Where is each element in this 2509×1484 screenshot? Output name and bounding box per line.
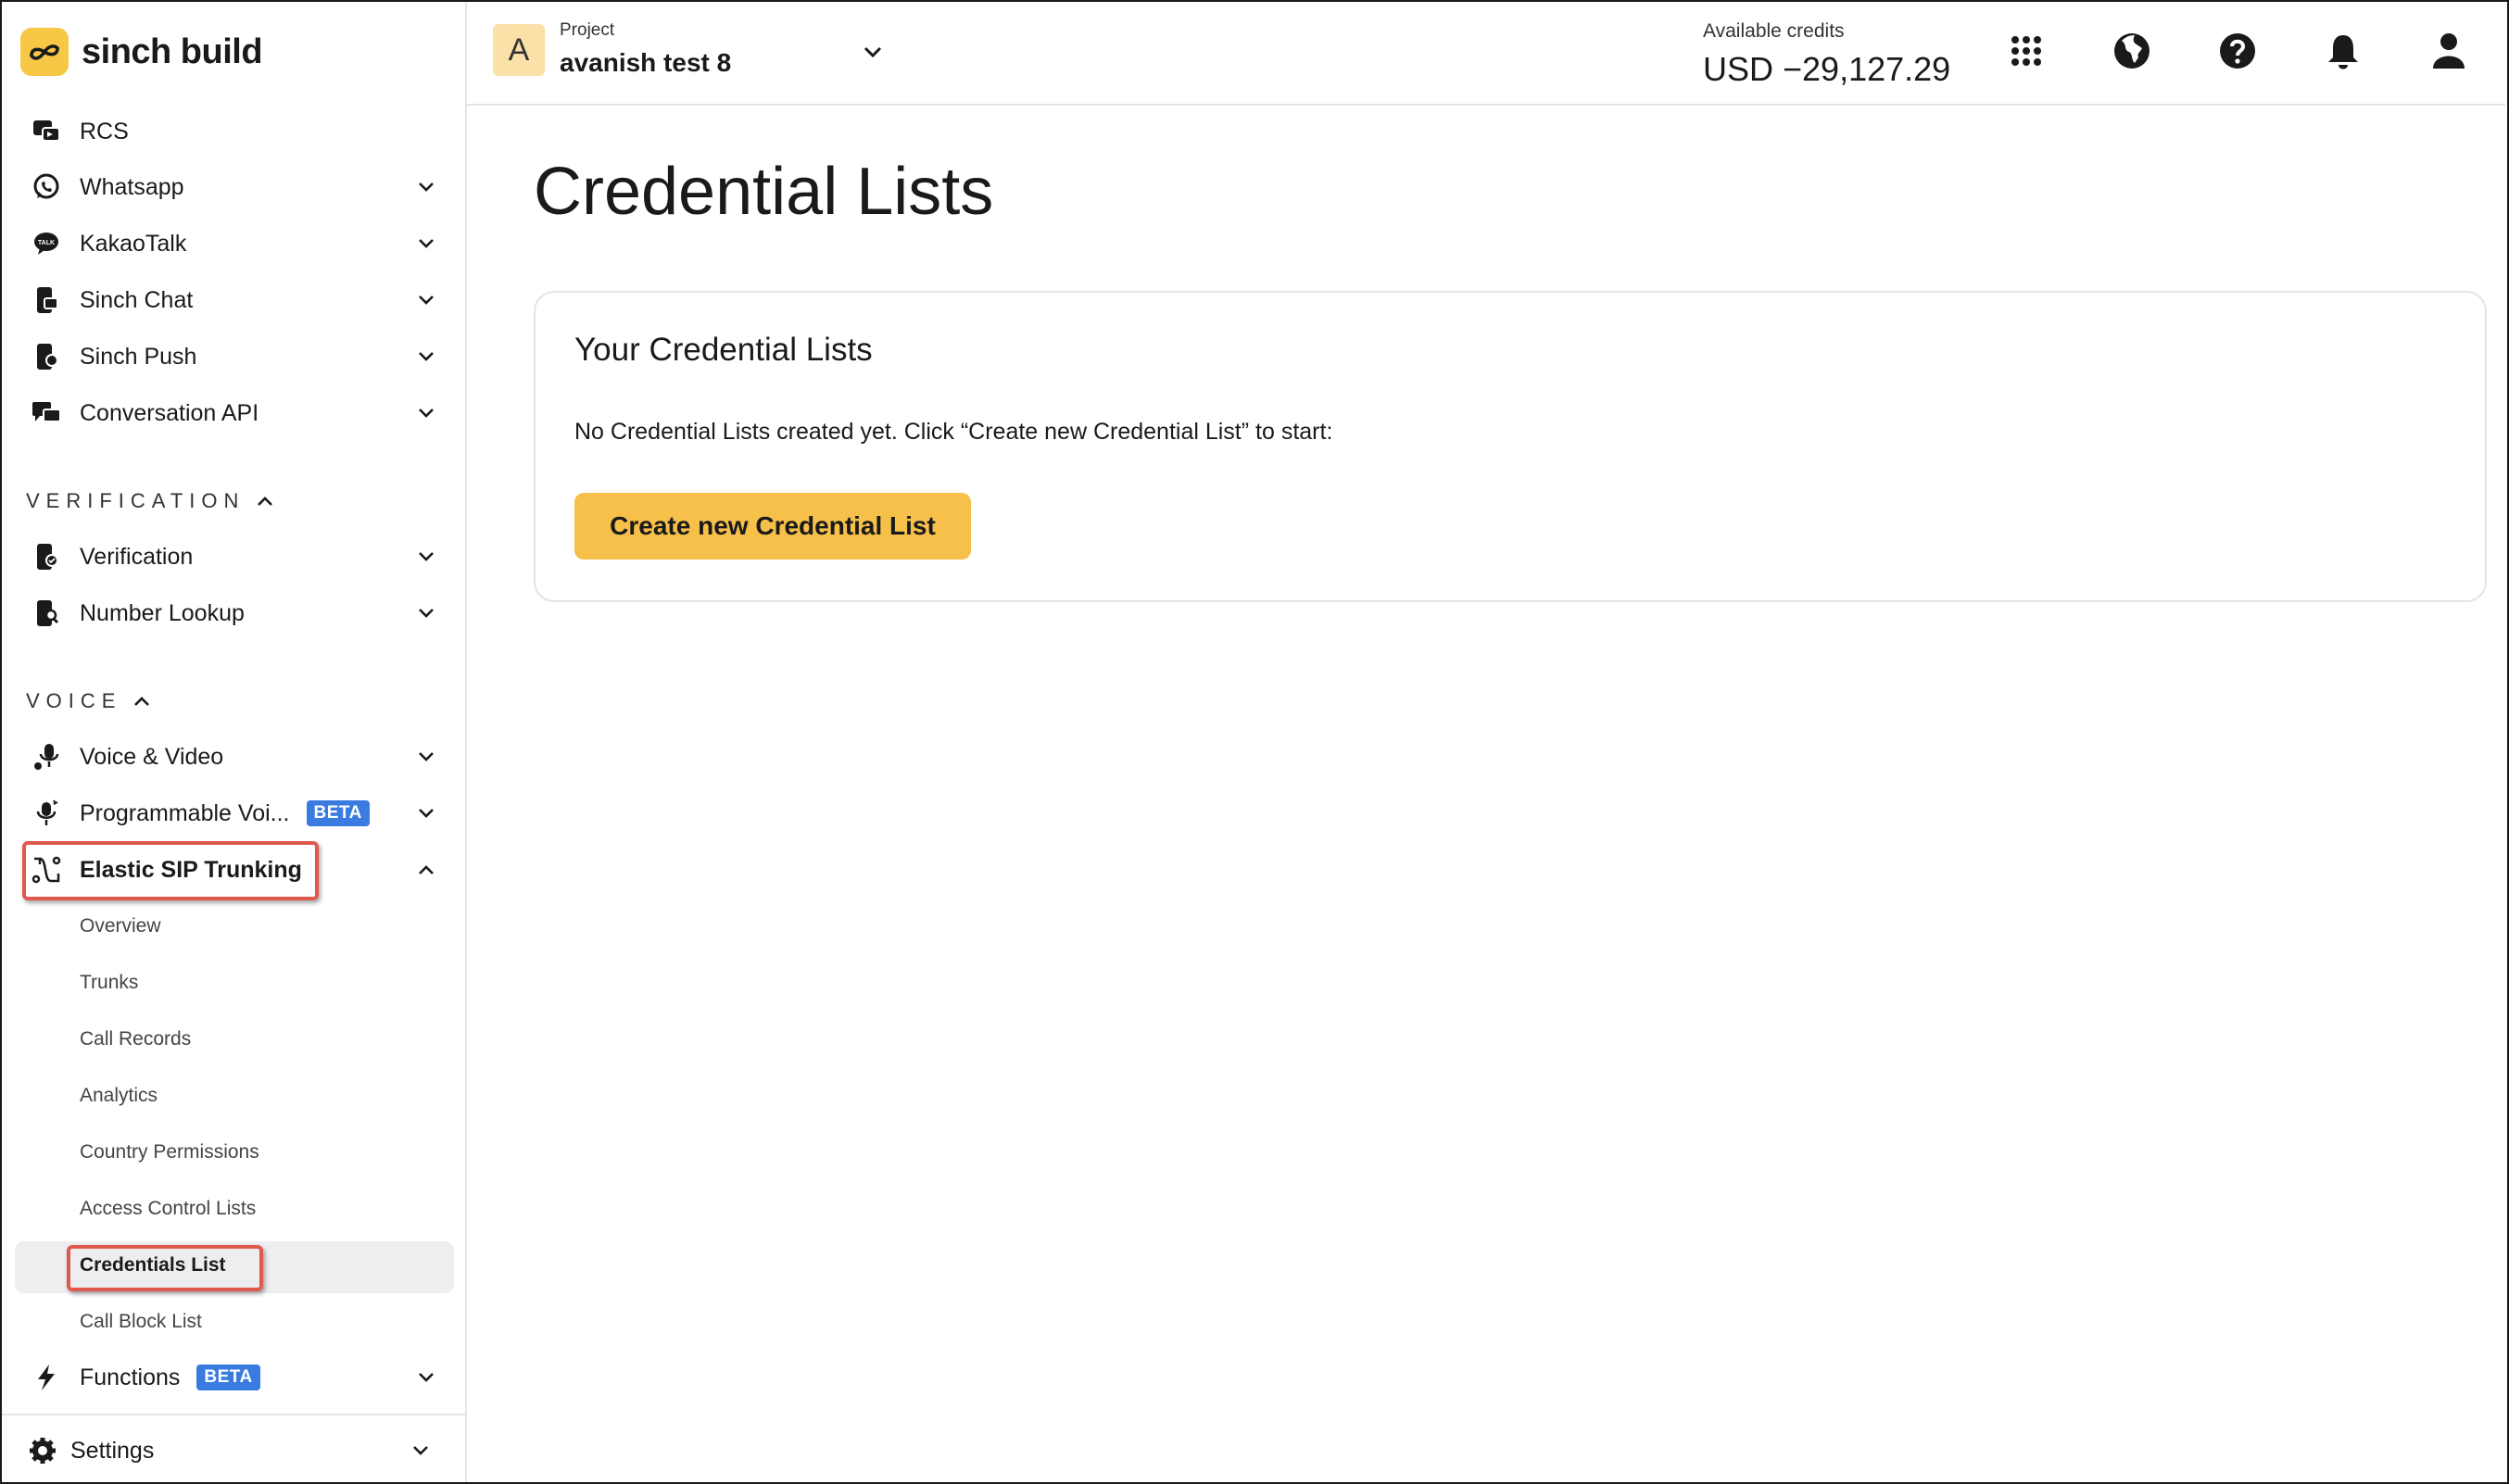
apps-grid-icon[interactable] <box>2003 28 2049 74</box>
project-label: Project <box>560 20 615 40</box>
sidebar-item-conversation-api[interactable]: Conversation API <box>28 391 440 435</box>
chevron-up-icon[interactable] <box>412 856 440 884</box>
whatsapp-icon <box>28 169 65 206</box>
page-title: Credential Lists <box>534 155 994 229</box>
globe-icon[interactable] <box>2109 28 2155 74</box>
sidebar-item-whatsapp[interactable]: Whatsapp <box>28 165 440 209</box>
sip-subitem-trunks[interactable]: Trunks <box>80 972 138 994</box>
gear-icon <box>24 1432 61 1469</box>
sip-subitem-access-control-lists[interactable]: Access Control Lists <box>80 1198 256 1220</box>
rcs-icon <box>28 113 65 150</box>
credits-value: USD −29,127.29 <box>1703 50 1951 88</box>
chevron-down-icon[interactable] <box>407 1437 435 1465</box>
microphone-icon <box>28 738 65 775</box>
lightning-icon <box>28 1359 65 1396</box>
beta-badge: BETA <box>196 1365 260 1390</box>
empty-state-text: No Credential Lists created yet. Click “… <box>574 419 1333 445</box>
chevron-down-icon[interactable] <box>412 230 440 258</box>
sidebar-item-label: Conversation API <box>80 399 259 426</box>
chevron-down-icon[interactable] <box>412 599 440 627</box>
chevron-down-icon[interactable] <box>412 173 440 201</box>
sidebar-item-label: RCS <box>80 118 129 145</box>
sidebar-item-functions[interactable]: Functions BETA <box>28 1355 440 1400</box>
project-name[interactable]: avanish test 8 <box>560 48 731 78</box>
sidebar-item-kakaotalk[interactable]: TALK KakaoTalk <box>28 221 440 266</box>
chevron-down-icon[interactable] <box>412 286 440 314</box>
highlight-box <box>22 841 319 900</box>
section-label: VERIFICATION <box>26 489 246 512</box>
section-verification[interactable]: VERIFICATION <box>26 489 280 513</box>
sidebar-item-settings[interactable]: Settings <box>24 1428 435 1473</box>
section-voice[interactable]: VOICE <box>26 689 157 713</box>
chevron-down-icon[interactable] <box>412 343 440 371</box>
chevron-up-icon[interactable] <box>256 489 280 513</box>
sinch-push-icon <box>28 338 65 375</box>
verification-icon <box>28 538 65 575</box>
bell-icon[interactable] <box>2320 28 2366 74</box>
section-label: VOICE <box>26 689 122 712</box>
sinch-logo-icon <box>20 28 69 76</box>
highlight-box <box>67 1245 263 1291</box>
chevron-down-icon[interactable] <box>412 799 440 827</box>
credential-lists-card: Your Credential Lists No Credential List… <box>534 291 2487 602</box>
sidebar-item-label: KakaoTalk <box>80 230 187 257</box>
credits-label: Available credits <box>1703 20 1845 42</box>
sidebar-item-label: Sinch Chat <box>80 286 194 313</box>
sidebar-item-programmable-voice[interactable]: Programmable Voi... BETA <box>28 791 440 836</box>
sip-subitem-call-records[interactable]: Call Records <box>80 1028 191 1050</box>
conversation-api-icon <box>28 395 65 432</box>
brand-logo[interactable]: sinch build <box>20 26 263 78</box>
sip-subitem-analytics[interactable]: Analytics <box>80 1085 158 1107</box>
chevron-down-icon[interactable] <box>412 399 440 427</box>
programmable-voice-icon <box>28 795 65 832</box>
user-avatar-icon[interactable] <box>2426 28 2472 74</box>
sidebar-divider <box>2 1414 465 1415</box>
beta-badge: BETA <box>306 800 370 826</box>
project-chevron-down-icon[interactable] <box>856 35 889 69</box>
sidebar-item-number-lookup[interactable]: Number Lookup <box>28 591 440 635</box>
sip-subitem-country-permissions[interactable]: Country Permissions <box>80 1141 259 1163</box>
sidebar-item-label: Voice & Video <box>80 743 224 770</box>
sidebar-item-label: Whatsapp <box>80 173 184 200</box>
sidebar-item-verification[interactable]: Verification <box>28 534 440 579</box>
sip-subitem-overview[interactable]: Overview <box>80 915 161 937</box>
chevron-down-icon[interactable] <box>412 1364 440 1391</box>
sidebar: sinch build RCS Whatsapp TALK KakaoTalk … <box>2 2 467 1482</box>
card-title: Your Credential Lists <box>574 332 873 368</box>
chevron-down-icon[interactable] <box>412 543 440 571</box>
sip-subitem-call-block-list[interactable]: Call Block List <box>80 1311 202 1333</box>
sidebar-item-rcs[interactable]: RCS <box>28 109 440 154</box>
project-avatar: A <box>493 24 545 76</box>
help-icon[interactable] <box>2214 28 2261 74</box>
svg-text:TALK: TALK <box>38 240 55 246</box>
sidebar-item-voice-video[interactable]: Voice & Video <box>28 735 440 779</box>
sinch-chat-icon <box>28 282 65 319</box>
brand-name: sinch build <box>82 31 263 71</box>
kakaotalk-icon: TALK <box>28 225 65 262</box>
chevron-down-icon[interactable] <box>412 743 440 771</box>
sidebar-item-sinch-chat[interactable]: Sinch Chat <box>28 278 440 322</box>
sidebar-item-label: Verification <box>80 543 194 570</box>
sidebar-item-label: Functions <box>80 1364 181 1390</box>
number-lookup-icon <box>28 595 65 632</box>
top-header: A Project avanish test 8 Available credi… <box>467 2 2505 106</box>
sidebar-item-label: Number Lookup <box>80 599 245 626</box>
sidebar-item-label: Programmable Voi... <box>80 799 290 826</box>
create-credential-list-button[interactable]: Create new Credential List <box>574 493 971 560</box>
sidebar-item-sinch-push[interactable]: Sinch Push <box>28 334 440 379</box>
sidebar-item-label: Sinch Push <box>80 343 197 370</box>
sidebar-item-label: Settings <box>70 1437 155 1464</box>
chevron-up-icon[interactable] <box>132 689 157 713</box>
